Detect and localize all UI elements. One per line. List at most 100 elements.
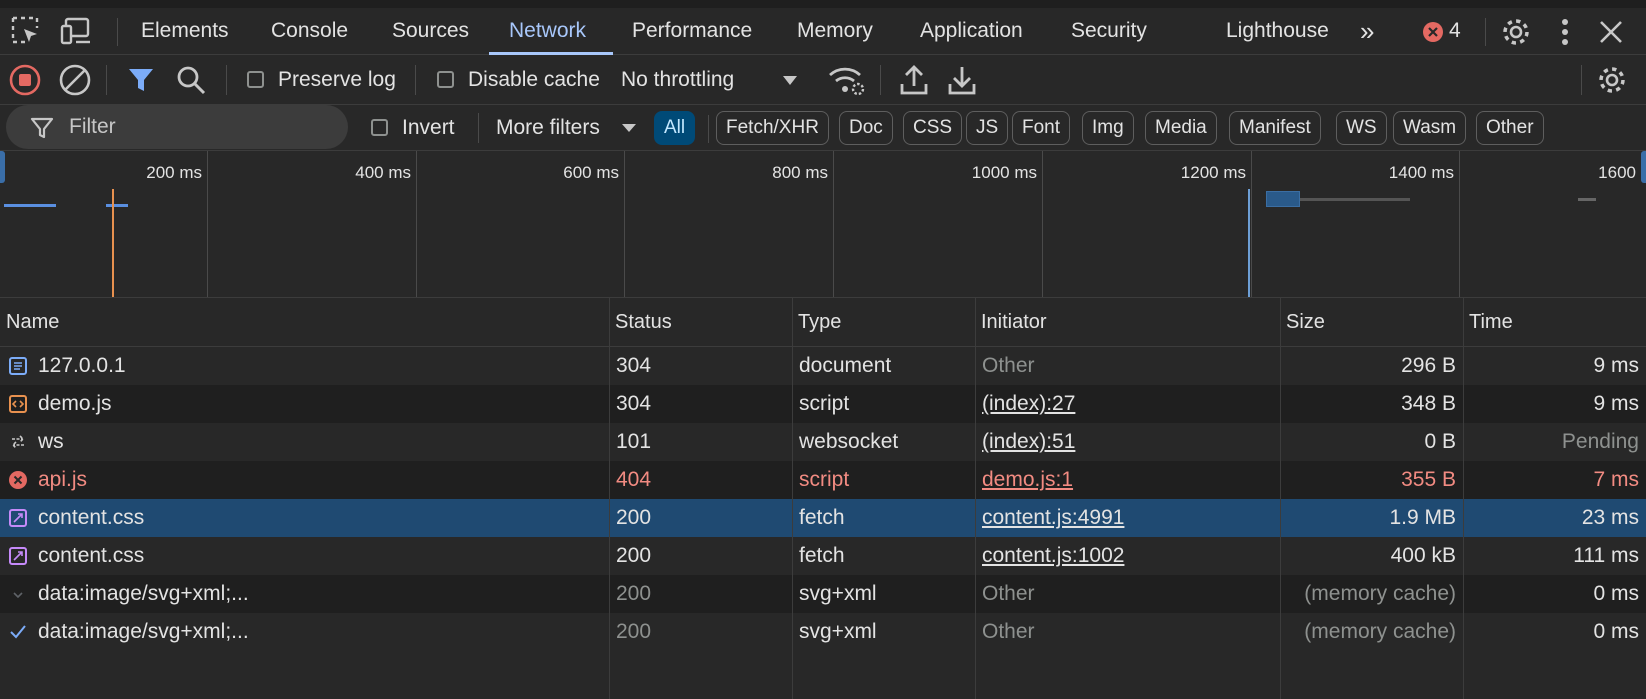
script-icon (8, 394, 28, 414)
column-divider[interactable] (1280, 298, 1281, 699)
divider (1581, 65, 1582, 95)
type-filter-img[interactable]: Img (1082, 111, 1134, 145)
table-row[interactable]: data:image/svg+xml;... 200 svg+xml Other… (0, 613, 1646, 651)
request-size: (memory cache) (1304, 582, 1456, 605)
tab-console[interactable]: Console (271, 8, 348, 54)
table-row[interactable]: demo.js 304 script (index):27 348 B 9 ms (0, 385, 1646, 423)
type-filter-js[interactable]: JS (966, 111, 1009, 145)
request-size: (memory cache) (1304, 620, 1456, 643)
dom-content-loaded-marker (1248, 189, 1250, 297)
request-initiator: Other (982, 620, 1035, 643)
type-filter-media[interactable]: Media (1145, 111, 1217, 145)
invert-checkbox[interactable] (371, 119, 388, 136)
preserve-log-checkbox[interactable] (247, 71, 264, 88)
column-divider[interactable] (1463, 298, 1464, 699)
more-tabs-button[interactable]: » (1360, 8, 1374, 54)
table-row[interactable]: content.css 200 fetch content.js:1002 40… (0, 537, 1646, 575)
request-size: 296 B (1401, 354, 1456, 377)
table-row[interactable]: data:image/svg+xml;... 200 svg+xml Other… (0, 575, 1646, 613)
throttling-select[interactable]: No throttling (621, 55, 734, 105)
column-header-type[interactable]: Type (792, 298, 975, 347)
request-name: content.css (38, 506, 145, 529)
dropdown-arrow-icon[interactable] (620, 119, 638, 137)
request-initiator-link[interactable]: demo.js:1 (982, 461, 1272, 499)
disable-cache-label[interactable]: Disable cache (468, 55, 600, 105)
overview-range-handle-right[interactable] (1641, 151, 1646, 183)
request-initiator-link[interactable]: (index):27 (982, 385, 1272, 423)
type-filter-fetch-xhr[interactable]: Fetch/XHR (716, 111, 829, 145)
request-initiator: Other (982, 582, 1035, 605)
type-filter-ws[interactable]: WS (1336, 111, 1387, 145)
tab-network[interactable]: Network (509, 8, 586, 54)
import-har-icon[interactable] (897, 61, 931, 99)
filter-input[interactable]: Filter (6, 105, 348, 149)
column-header-time[interactable]: Time (1463, 298, 1646, 347)
column-header-name[interactable]: Name (0, 298, 609, 347)
error-count-badge[interactable]: 4 (1449, 8, 1461, 54)
table-row[interactable]: ws 101 websocket (index):51 0 B Pending (0, 423, 1646, 461)
overview-range-handle-left[interactable] (0, 151, 5, 183)
network-conditions-icon[interactable] (826, 61, 868, 99)
request-initiator-link[interactable]: (index):51 (982, 423, 1272, 461)
tab-memory[interactable]: Memory (797, 8, 873, 54)
request-name: demo.js (38, 392, 112, 415)
search-icon[interactable] (174, 63, 208, 97)
type-filter-all[interactable]: All (654, 111, 696, 145)
table-row-selected[interactable]: content.css 200 fetch content.js:4991 1.… (0, 499, 1646, 537)
tab-performance[interactable]: Performance (632, 8, 752, 54)
divider (117, 18, 118, 46)
tab-application[interactable]: Application (920, 8, 1023, 54)
type-filter-css[interactable]: CSS (903, 111, 963, 145)
divider (226, 65, 227, 95)
dropdown-arrow-icon[interactable] (780, 70, 800, 90)
column-divider[interactable] (609, 298, 610, 699)
tab-elements[interactable]: Elements (141, 8, 229, 54)
inspect-element-icon[interactable] (6, 10, 46, 52)
request-initiator: Other (982, 354, 1035, 377)
timeline-tick-label: 800 ms (772, 163, 828, 182)
column-header-initiator[interactable]: Initiator (975, 298, 1280, 347)
network-overview-timeline[interactable]: 200 ms 400 ms 600 ms 800 ms 1000 ms 1200… (0, 151, 1646, 298)
column-divider[interactable] (975, 298, 976, 699)
settings-gear-icon[interactable] (1497, 14, 1535, 50)
check-icon (8, 622, 28, 642)
request-time: 111 ms (1573, 544, 1639, 567)
column-header-size[interactable]: Size (1280, 298, 1463, 347)
request-size: 0 B (1424, 430, 1456, 453)
more-options-icon[interactable] (1552, 14, 1578, 50)
export-har-icon[interactable] (945, 61, 979, 99)
more-filters-dropdown[interactable]: More filters (496, 105, 600, 151)
clear-icon[interactable] (57, 62, 93, 98)
request-name: data:image/svg+xml;... (38, 620, 249, 643)
timeline-tick-label: 1400 ms (1388, 163, 1454, 182)
tab-sources[interactable]: Sources (392, 8, 469, 54)
column-divider[interactable] (792, 298, 793, 699)
chevron-icon (8, 584, 28, 604)
close-icon[interactable] (1593, 14, 1629, 50)
column-header-status[interactable]: Status (609, 298, 792, 347)
network-settings-gear-icon[interactable] (1593, 61, 1631, 99)
stop-recording-icon[interactable] (7, 62, 43, 98)
invert-label[interactable]: Invert (402, 105, 455, 151)
tab-lighthouse[interactable]: Lighthouse (1226, 8, 1329, 54)
type-filter-other[interactable]: Other (1476, 111, 1544, 145)
request-initiator-link[interactable]: content.js:1002 (982, 537, 1272, 575)
type-filter-font[interactable]: Font (1012, 111, 1071, 145)
tab-security[interactable]: Security (1071, 8, 1147, 54)
disable-cache-checkbox[interactable] (437, 71, 454, 88)
request-name: api.js (38, 468, 88, 491)
request-initiator-link[interactable]: content.js:4991 (982, 499, 1272, 537)
request-table: Name Status Type Initiator Size Time 127… (0, 298, 1646, 699)
top-strip (0, 0, 1646, 8)
divider (1485, 18, 1486, 46)
table-row[interactable]: api.js 404 script demo.js:1 355 B 7 ms (0, 461, 1646, 499)
device-toolbar-icon[interactable] (56, 10, 98, 52)
type-filter-manifest[interactable]: Manifest (1229, 111, 1321, 145)
divider (478, 113, 479, 143)
filter-funnel-icon[interactable] (124, 63, 158, 97)
table-row[interactable]: 127.0.0.1 304 document Other 296 B 9 ms (0, 347, 1646, 385)
load-event-marker (112, 189, 114, 297)
type-filter-wasm[interactable]: Wasm (1393, 111, 1467, 145)
type-filter-doc[interactable]: Doc (839, 111, 893, 145)
preserve-log-label[interactable]: Preserve log (278, 55, 396, 105)
